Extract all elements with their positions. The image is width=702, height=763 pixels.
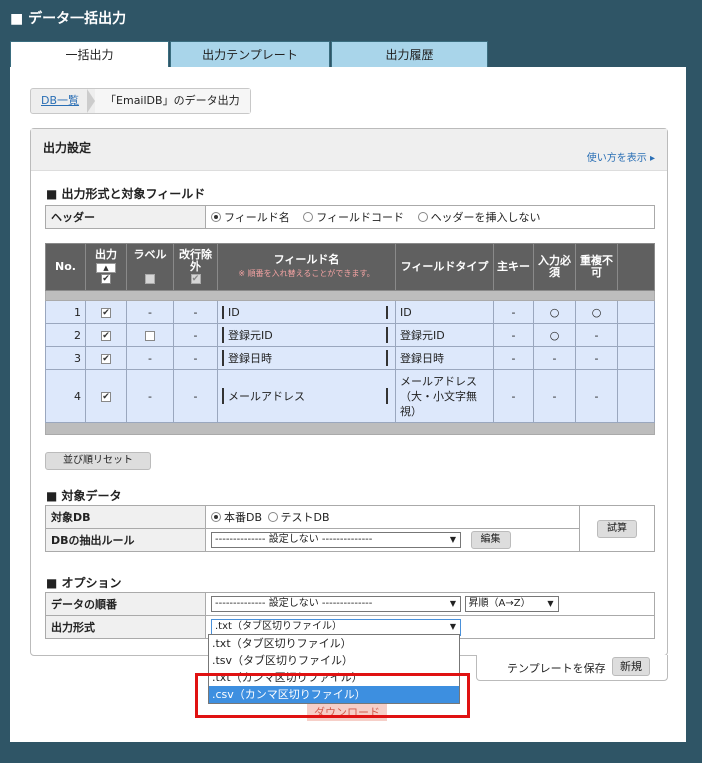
template-save-label: テンプレートを保存: [507, 662, 606, 675]
db-option-production[interactable]: 本番DB: [211, 511, 262, 524]
table-footer: [45, 422, 655, 435]
field-name[interactable]: 登録元ID: [222, 327, 388, 343]
sort-up-icon[interactable]: ▲: [96, 263, 116, 273]
dropdown-arrow-icon: ▼: [449, 535, 456, 544]
output-format-label: 出力形式: [45, 615, 206, 639]
data-order-select[interactable]: -------------- 設定しない -------------- ▼: [211, 596, 461, 612]
field-name[interactable]: 登録日時: [222, 350, 388, 366]
dropdown-arrow-icon: ▼: [449, 599, 456, 608]
col-newline: 改行除外 ✔: [173, 243, 218, 291]
data-order-label: データの順番: [45, 592, 206, 616]
col-output: 出力 ▲ ✔: [85, 243, 127, 291]
edit-button[interactable]: 編集: [470, 531, 511, 549]
section-format-fields: ■ 出力形式と対象フィールド: [46, 187, 206, 201]
header-option-none[interactable]: ヘッダーを挿入しない: [417, 211, 541, 224]
sort-direction-select[interactable]: 昇順（A→Z） ▼: [464, 596, 559, 612]
label-all-checkbox: [145, 274, 155, 284]
table-row[interactable]: 3 ✔ - - 登録日時 登録日時 - - -: [45, 346, 655, 370]
field-name[interactable]: メールアドレス: [222, 388, 388, 404]
target-db-label: 対象DB: [45, 505, 206, 529]
db-option-test[interactable]: テストDB: [267, 511, 330, 524]
output-checkbox[interactable]: ✔: [101, 391, 111, 402]
template-new-button[interactable]: 新規: [612, 657, 650, 676]
table-spacer: [45, 290, 655, 301]
target-data-table: 対象DB 本番DB テストDB 試算 DBの抽出ルール ------------…: [45, 505, 655, 552]
tab-output-template[interactable]: 出力テンプレート: [170, 41, 330, 68]
tab-bulk-output[interactable]: 一括出力: [10, 41, 169, 68]
reset-order-button[interactable]: 並び順リセット: [45, 452, 151, 470]
header-label: ヘッダー: [45, 205, 206, 229]
tab-output-history[interactable]: 出力履歴: [331, 41, 488, 68]
table-row[interactable]: 2 ✔ - 登録元ID 登録元ID - ○ -: [45, 323, 655, 347]
newline-all-checkbox: ✔: [190, 274, 201, 284]
output-settings-panel: 出力設定 使い方を表示 ▸ ■ 出力形式と対象フィールド ヘッダー フィールド名…: [30, 128, 668, 656]
col-unique: 重複不可: [575, 243, 618, 291]
options-table: データの順番 -------------- 設定しない ------------…: [45, 592, 655, 639]
help-link[interactable]: 使い方を表示 ▸: [587, 149, 655, 164]
page-title: ■ データ一括出力: [10, 11, 127, 27]
col-field-name: フィールド名 ※ 順番を入れ替えることができます。: [217, 243, 396, 291]
breadcrumb: DB一覧 「EmailDB」のデータ出力: [30, 88, 251, 114]
header-setting-table: ヘッダー フィールド名 フィールドコード ヘッダーを挿入しない: [45, 205, 655, 229]
extract-rule-select[interactable]: -------------- 設定しない -------------- ▼: [211, 532, 461, 548]
panel-title: 出力設定: [43, 141, 92, 155]
col-extra: [617, 243, 655, 291]
tab-bar: 一括出力 出力テンプレート 出力履歴: [10, 41, 488, 68]
template-save-bar: テンプレートを保存 新規: [476, 655, 668, 681]
col-required: 入力必須: [533, 243, 576, 291]
radio-icon: [211, 512, 221, 522]
output-checkbox[interactable]: ✔: [101, 330, 111, 341]
output-checkbox[interactable]: ✔: [101, 353, 111, 364]
header-option-field-name[interactable]: フィールド名: [211, 211, 290, 224]
table-row[interactable]: 1 ✔ - - ID ID - ○ ○: [45, 300, 655, 324]
table-row[interactable]: 4 ✔ - - メールアドレス メールアドレス（大・小文字無視） - - -: [45, 369, 655, 423]
radio-icon: [303, 212, 314, 222]
section-target-data: ■ 対象データ: [46, 489, 122, 503]
highlight-box: [195, 673, 470, 718]
trial-button[interactable]: 試算: [597, 519, 637, 538]
dropdown-arrow-icon: ▼: [449, 621, 456, 631]
output-checkbox[interactable]: ✔: [101, 307, 111, 318]
output-format-select[interactable]: .txt（タブ区切りファイル） ▼: [211, 618, 461, 636]
col-primary: 主キー: [493, 243, 534, 291]
col-field-type: フィールドタイプ: [395, 243, 494, 291]
format-option-tsv-tab[interactable]: .tsv（タブ区切りファイル）: [209, 652, 459, 669]
radio-icon: [211, 212, 221, 222]
panel-header: 出力設定 使い方を表示 ▸: [31, 129, 667, 171]
output-all-checkbox[interactable]: ✔: [101, 274, 111, 284]
radio-icon: [417, 212, 428, 222]
col-label: ラベル: [126, 243, 174, 291]
col-no: No.: [45, 243, 86, 291]
field-table: No. 出力 ▲ ✔ ラベル 改行除外 ✔ フィールド名 ※ 順番を入れ替えるこ…: [45, 243, 655, 435]
format-option-txt-tab[interactable]: .txt（タブ区切りファイル）: [209, 635, 459, 652]
extract-rule-label: DBの抽出ルール: [45, 528, 206, 552]
section-options: ■ オプション: [46, 576, 122, 590]
radio-icon: [267, 512, 278, 522]
breadcrumb-current: 「EmailDB」のデータ出力: [95, 89, 250, 113]
breadcrumb-db-list-link[interactable]: DB一覧: [31, 89, 96, 113]
dropdown-arrow-icon: ▼: [547, 599, 554, 608]
header-option-field-code[interactable]: フィールドコード: [303, 211, 404, 224]
label-checkbox[interactable]: [145, 330, 155, 341]
field-name[interactable]: ID: [222, 305, 388, 319]
